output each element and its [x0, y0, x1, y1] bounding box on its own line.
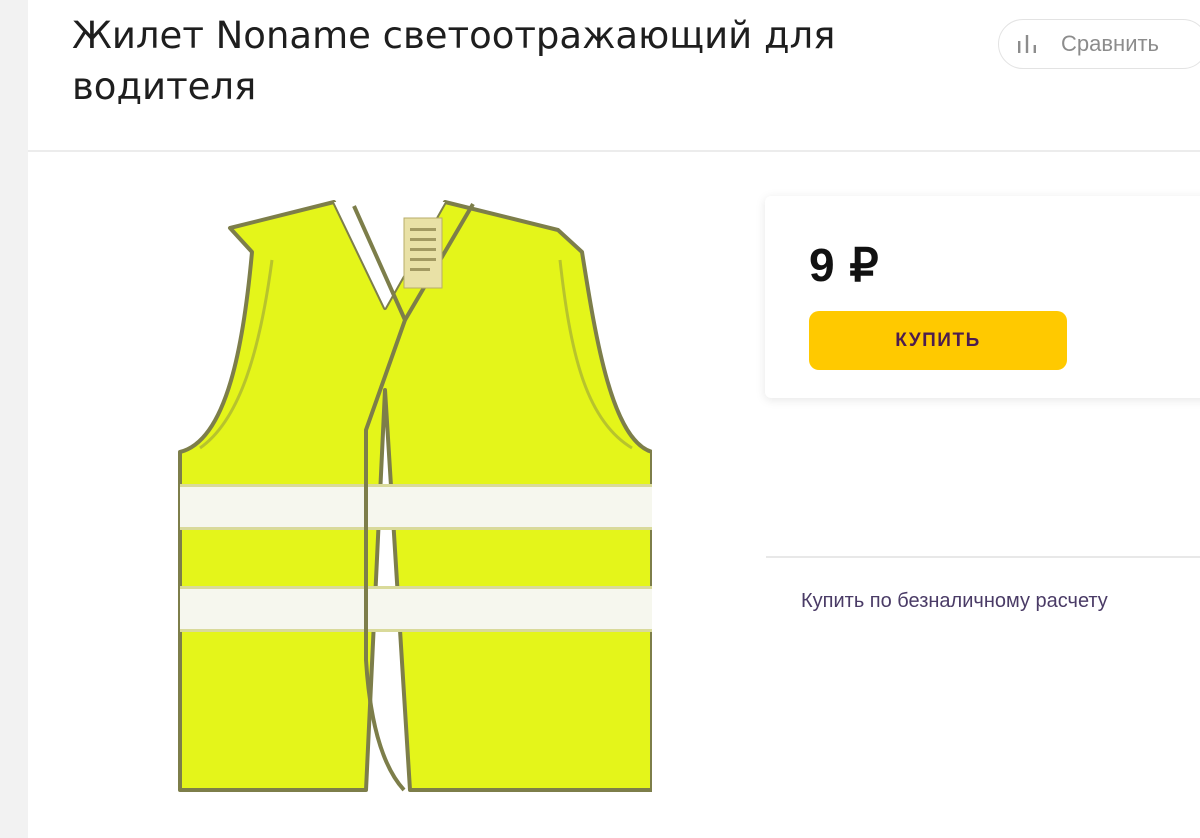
offer-divider	[766, 556, 1200, 558]
buy-button[interactable]: КУПИТЬ	[809, 311, 1067, 370]
compare-button[interactable]: Сравнить	[998, 19, 1200, 69]
compare-label: Сравнить	[1061, 31, 1160, 56]
product-price: 9 ₽	[809, 239, 880, 291]
header-divider	[28, 150, 1200, 152]
bar-chart-icon	[1018, 35, 1036, 53]
safety-vest-image	[178, 200, 652, 792]
product-title: Жилет Noname светоотражающий для водител…	[72, 14, 836, 108]
price-card: 9 ₽ КУПИТЬ	[765, 196, 1200, 398]
product-page: Жилет Noname светоотражающий для водител…	[28, 0, 1200, 838]
cashless-purchase-link[interactable]: Купить по безналичному расчету	[801, 590, 1108, 613]
